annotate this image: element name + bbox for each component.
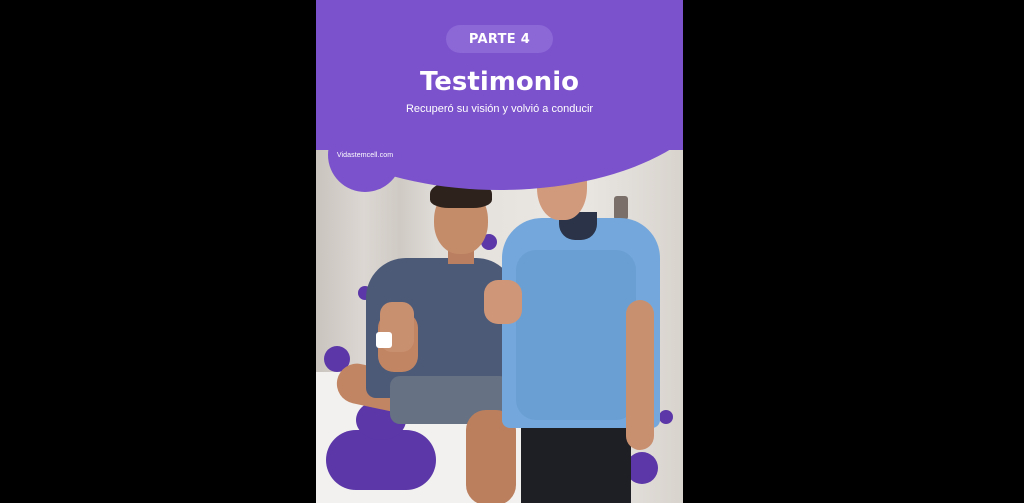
decor-blob [659,410,673,424]
story-viewer: PARTE 4 Testimonio Recuperó su visión y … [0,0,1024,503]
wall-fixture [614,196,628,220]
story-card[interactable]: PARTE 4 Testimonio Recuperó su visión y … [316,0,683,503]
iv-bandage [376,332,392,348]
thumbs-up-hand [484,280,522,324]
part-badge: PARTE 4 [446,25,553,53]
doctor-arm [626,300,654,450]
doctor-trousers [521,425,631,503]
story-title: Testimonio [420,67,579,97]
part-label: PARTE 4 [468,31,531,47]
doctor-scrubs-shade [516,250,636,420]
site-link[interactable]: Vidastemcell.com [337,152,393,159]
site-badge[interactable]: Vidastemcell.com [328,118,402,192]
story-subtitle: Recuperó su visión y volvió a conducir [405,103,594,115]
